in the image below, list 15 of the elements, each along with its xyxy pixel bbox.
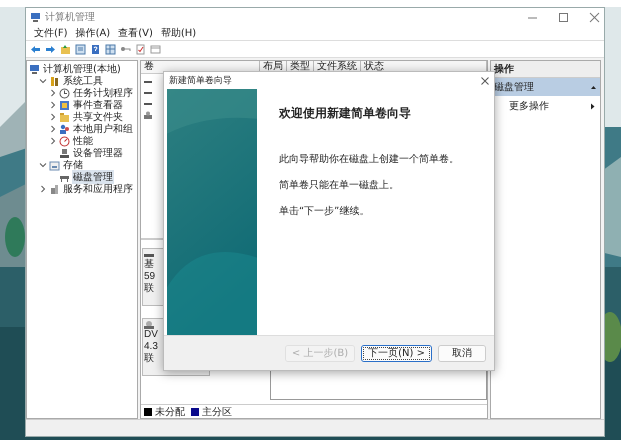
window-title: 计算机管理 bbox=[45, 10, 96, 24]
disk-info: DV bbox=[144, 329, 159, 341]
actions-header: 操作 bbox=[491, 61, 600, 78]
wizard-text: 简单卷只能在单一磁盘上。 bbox=[279, 178, 400, 192]
wizard-text: 单击“下一步”继续。 bbox=[279, 204, 370, 218]
wizard-text: 此向导帮助你在磁盘上创建一个简单卷。 bbox=[279, 152, 460, 166]
wizard-heading: 欢迎使用新建简单卷向导 bbox=[279, 105, 412, 122]
disk-info: 4.3 bbox=[144, 341, 159, 353]
disk-info: 基 bbox=[144, 259, 155, 271]
dialog-title: 新建简单卷向导 bbox=[169, 74, 232, 87]
disk-info: 联 bbox=[144, 283, 155, 295]
legend-label: 未分配 bbox=[155, 406, 185, 418]
disk-info: 59 bbox=[144, 271, 156, 283]
disk-info: 联 bbox=[144, 353, 155, 365]
legend-label: 主分区 bbox=[202, 406, 232, 418]
